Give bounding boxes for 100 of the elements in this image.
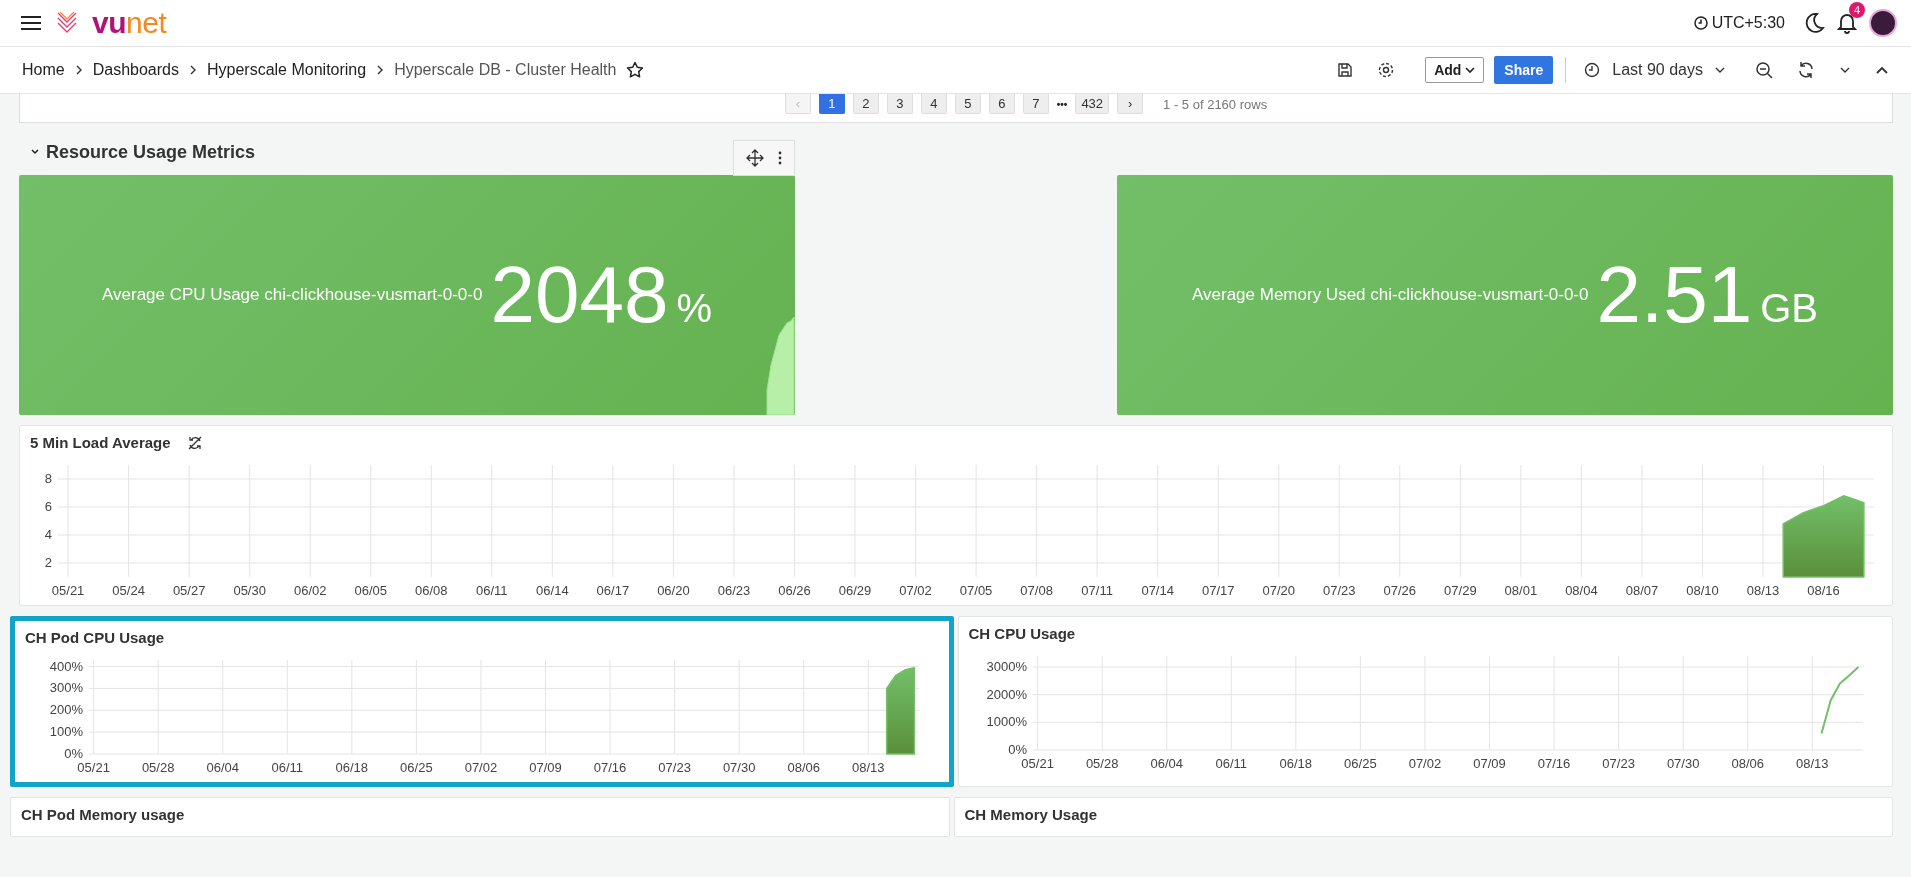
chevron-right-icon bbox=[376, 65, 385, 75]
menu-icon[interactable] bbox=[20, 15, 42, 31]
page-button[interactable]: 4 bbox=[920, 94, 947, 114]
caret-icon bbox=[1715, 66, 1725, 74]
x-axis-label: 07/11 bbox=[1081, 583, 1113, 598]
x-axis-label: 07/26 bbox=[1383, 583, 1417, 598]
zoom-out-icon[interactable] bbox=[1755, 61, 1773, 79]
move-icon[interactable] bbox=[746, 149, 764, 167]
chevron-down-icon[interactable] bbox=[1839, 66, 1851, 74]
x-axis-label: 07/29 bbox=[1444, 583, 1477, 598]
stat-value: 2048 bbox=[490, 255, 669, 335]
next-page-button[interactable]: › bbox=[1117, 94, 1144, 114]
x-axis-label: 08/07 bbox=[1625, 583, 1659, 598]
x-axis-label: 08/10 bbox=[1686, 583, 1719, 598]
breadcrumb-current: Hyperscale DB - Cluster Health bbox=[394, 61, 617, 79]
x-axis-label: 06/11 bbox=[271, 760, 304, 775]
x-axis-label: 08/04 bbox=[1565, 583, 1598, 598]
x-axis-label: 05/21 bbox=[77, 760, 110, 775]
x-axis-label: 05/28 bbox=[141, 760, 175, 775]
x-axis-label: 07/30 bbox=[1666, 756, 1699, 771]
more-icon[interactable] bbox=[778, 151, 782, 165]
time-range-picker[interactable]: Last 90 days bbox=[1578, 60, 1731, 80]
logo-text: vunet bbox=[92, 6, 167, 40]
ellipsis: ••• bbox=[1056, 98, 1068, 110]
refresh-icon[interactable] bbox=[1797, 61, 1815, 79]
x-axis-label: 07/23 bbox=[1601, 756, 1635, 771]
avatar[interactable] bbox=[1869, 9, 1897, 37]
x-axis-label: 06/25 bbox=[400, 760, 433, 775]
x-axis-label: 08/16 bbox=[1807, 583, 1840, 598]
breadcrumb-link[interactable]: Dashboards bbox=[92, 61, 179, 79]
x-axis-label: 07/23 bbox=[658, 760, 691, 775]
x-axis-label: 07/05 bbox=[959, 583, 993, 598]
x-axis-label: 08/06 bbox=[787, 760, 820, 775]
star-icon[interactable] bbox=[626, 61, 645, 79]
timezone-label[interactable]: UTC+5:30 bbox=[1711, 14, 1785, 32]
x-axis-label: 05/24 bbox=[112, 583, 145, 598]
x-axis-label: 07/02 bbox=[464, 760, 498, 775]
x-axis-label: 06/23 bbox=[717, 583, 751, 598]
settings-icon[interactable] bbox=[1377, 61, 1396, 79]
x-axis-label: 08/01 bbox=[1504, 583, 1538, 598]
x-axis-label: 06/17 bbox=[596, 583, 630, 598]
x-axis-label: 07/14 bbox=[1141, 583, 1174, 598]
x-axis-label: 05/28 bbox=[1085, 756, 1118, 771]
x-axis-label: 05/21 bbox=[51, 583, 85, 598]
x-axis-label: 06/14 bbox=[536, 583, 569, 598]
y-axis-label: 2000% bbox=[986, 686, 1027, 702]
page-button[interactable]: 1 bbox=[818, 94, 845, 114]
x-axis-label: 07/17 bbox=[1201, 583, 1235, 598]
x-axis-label: 06/05 bbox=[354, 583, 388, 598]
save-icon[interactable] bbox=[1337, 62, 1354, 78]
x-axis-label: 07/16 bbox=[593, 760, 627, 775]
page-button[interactable]: 5 bbox=[954, 94, 981, 114]
x-axis-label: 05/27 bbox=[172, 583, 206, 598]
y-axis-label: 0% bbox=[64, 746, 83, 761]
bell-icon[interactable] bbox=[1837, 12, 1857, 34]
moon-icon[interactable] bbox=[1803, 12, 1825, 34]
x-axis-label: 06/18 bbox=[1279, 756, 1312, 771]
x-axis-label: 07/08 bbox=[1020, 583, 1053, 598]
panel-title: CH Memory Usage bbox=[964, 806, 1098, 823]
x-axis-label: 07/09 bbox=[1472, 756, 1506, 771]
caret-icon bbox=[1465, 66, 1476, 74]
sync-off-icon[interactable] bbox=[186, 434, 203, 451]
page-button[interactable]: 2 bbox=[852, 94, 879, 114]
breadcrumb-link[interactable]: Hyperscale Monitoring bbox=[206, 61, 367, 79]
x-axis-label: 06/04 bbox=[206, 760, 239, 775]
add-button[interactable]: Add bbox=[1425, 57, 1485, 83]
y-axis-label: 200% bbox=[49, 702, 83, 718]
x-axis-label: 06/02 bbox=[293, 583, 327, 598]
stat-label: Average Memory Used chi-clickhouse-vusmart-0-0-0 bbox=[1192, 285, 1589, 305]
panel-title: CH Pod Memory usage bbox=[21, 806, 185, 823]
y-axis-label: 0% bbox=[1007, 742, 1027, 757]
y-axis-label: 2 bbox=[44, 555, 52, 570]
y-axis-label: 6 bbox=[44, 499, 52, 514]
share-button[interactable]: Share bbox=[1494, 56, 1554, 84]
row-title[interactable]: Resource Usage Metrics bbox=[46, 141, 256, 163]
page-button[interactable]: 7 bbox=[1022, 94, 1049, 114]
panel-title: CH Pod CPU Usage bbox=[25, 629, 165, 646]
chevron-down-icon[interactable] bbox=[30, 148, 40, 156]
x-axis-label: 08/13 bbox=[852, 760, 885, 775]
collapse-icon[interactable] bbox=[1875, 65, 1889, 75]
x-axis-label: 06/26 bbox=[778, 583, 811, 598]
page-button[interactable]: 6 bbox=[988, 94, 1015, 114]
y-axis-label: 100% bbox=[49, 724, 83, 740]
breadcrumb-link[interactable]: Home bbox=[22, 61, 65, 79]
stat-unit: % bbox=[676, 285, 712, 331]
y-axis-label: 4 bbox=[44, 527, 52, 542]
clock-icon bbox=[1584, 62, 1601, 78]
x-axis-label: 06/11 bbox=[476, 583, 508, 598]
chevron-right-icon bbox=[74, 65, 83, 75]
x-axis-label: 08/13 bbox=[1795, 756, 1829, 771]
x-axis-label: 08/13 bbox=[1746, 583, 1780, 598]
x-axis-label: 07/02 bbox=[899, 583, 932, 598]
panel-title: CH CPU Usage bbox=[968, 625, 1076, 642]
panel-title: 5 Min Load Average bbox=[30, 434, 171, 451]
x-axis-label: 06/25 bbox=[1343, 756, 1377, 771]
page-button[interactable]: 432 bbox=[1075, 94, 1110, 114]
clock-icon bbox=[1693, 16, 1708, 30]
x-axis-label: 05/30 bbox=[233, 583, 266, 598]
page-button[interactable]: 3 bbox=[886, 94, 913, 114]
y-axis-label: 300% bbox=[49, 680, 83, 696]
